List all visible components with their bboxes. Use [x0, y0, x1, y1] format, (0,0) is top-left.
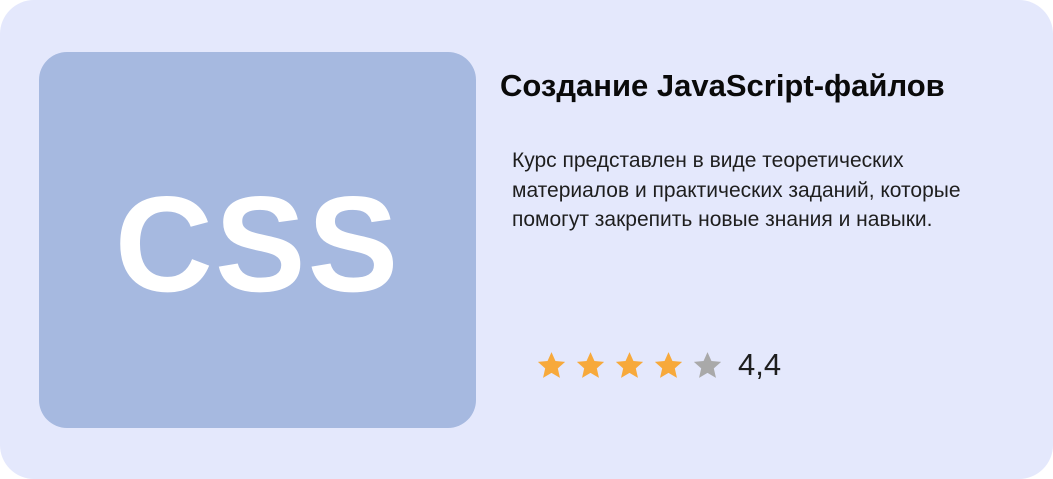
course-description: Курс представлен в виде теоретических ма… — [512, 149, 961, 231]
course-rating: 4,4 — [536, 343, 781, 387]
course-card[interactable]: CSS Создание JavaScript-файлов Курс пред… — [0, 0, 1053, 479]
star-filled-icon — [615, 351, 644, 378]
star-filled-icon — [654, 351, 683, 378]
star-empty-icon — [693, 351, 722, 378]
thumbnail-label: CSS — [114, 168, 401, 320]
star-filled-icon — [576, 351, 605, 378]
course-thumbnail: CSS — [39, 52, 476, 428]
star-rating — [536, 350, 723, 381]
star-filled-icon — [537, 351, 566, 378]
course-title: Создание JavaScript-файлов — [500, 68, 945, 103]
rating-value: 4,4 — [738, 347, 782, 382]
